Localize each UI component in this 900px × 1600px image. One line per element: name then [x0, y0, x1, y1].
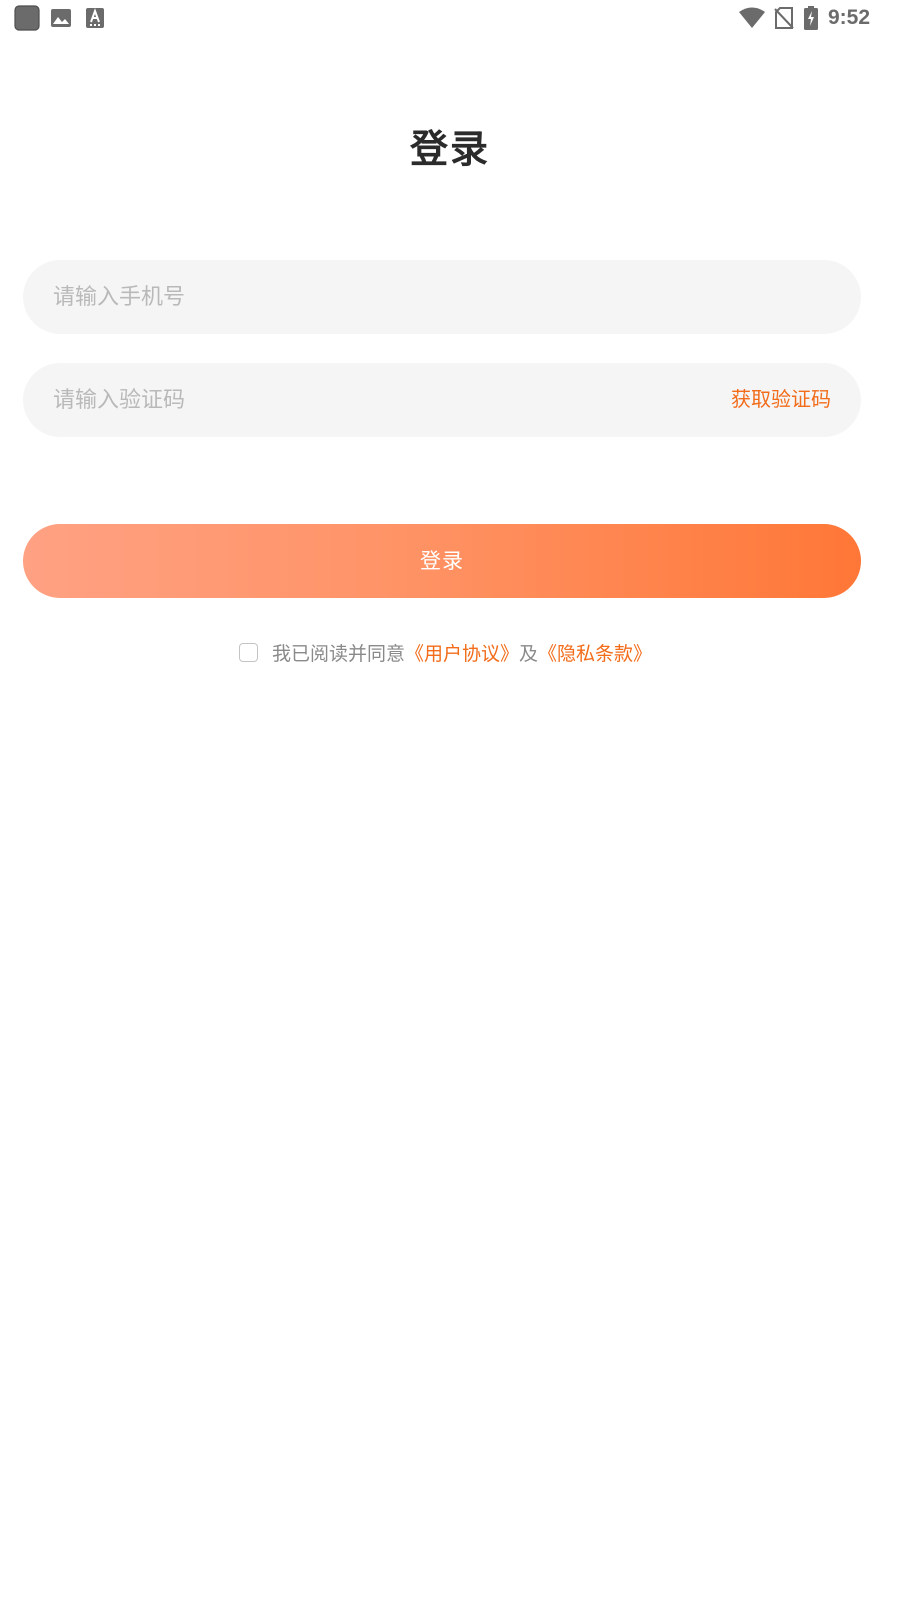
phone-input[interactable] — [53, 260, 833, 334]
status-bar: 9:52 — [0, 0, 900, 36]
code-field-container: 获取验证码 — [23, 363, 861, 437]
login-button[interactable]: 登录 — [23, 524, 861, 598]
agreement-checkbox[interactable] — [239, 642, 258, 662]
user-agreement-link[interactable]: 《用户协议》 — [405, 639, 519, 666]
battery-charging-icon — [803, 6, 818, 30]
verification-code-input[interactable] — [53, 363, 613, 437]
text-a-icon — [86, 8, 104, 28]
gallery-icon — [51, 9, 71, 27]
privacy-terms-link[interactable]: 《隐私条款》 — [538, 639, 652, 666]
wifi-icon — [738, 7, 765, 28]
phone-field-container — [23, 260, 861, 334]
agreement-prefix: 我已阅读并同意 — [272, 642, 406, 665]
agreement-row: 我已阅读并同意 《用户协议》 及 《隐私条款》 — [239, 636, 652, 668]
get-code-button[interactable]: 获取验证码 — [731, 363, 831, 437]
page-title: 登录 — [409, 127, 490, 171]
agreement-conjunction: 及 — [519, 642, 539, 665]
status-bar-left — [14, 5, 105, 31]
no-sim-icon — [774, 7, 794, 29]
status-bar-right: 9:52 — [738, 4, 870, 32]
status-time: 9:52 — [827, 6, 870, 29]
app-icon — [14, 5, 40, 31]
